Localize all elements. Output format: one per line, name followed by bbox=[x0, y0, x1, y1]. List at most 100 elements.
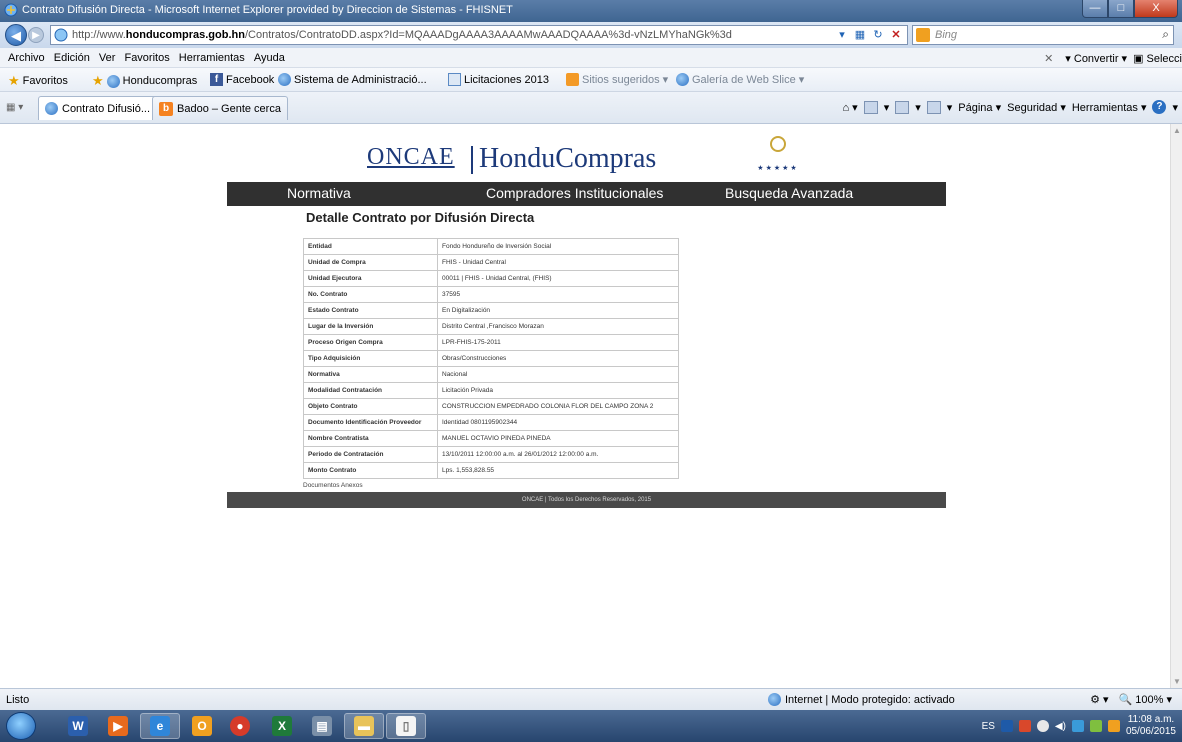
ie-page-icon bbox=[278, 73, 291, 86]
field-label: Nombre Contratista bbox=[303, 430, 438, 447]
seleccionar-button[interactable]: ▣ Selecci bbox=[1133, 52, 1182, 65]
table-row: Nombre Contratista MANUEL OCTAVIO PINEDA … bbox=[303, 430, 679, 447]
add-favorite-icon: ★ bbox=[92, 73, 104, 88]
pagina-menu[interactable]: Página ▾ bbox=[958, 101, 1001, 114]
menu-ayuda[interactable]: Ayuda bbox=[251, 48, 288, 64]
honducompras-logo[interactable]: HonduCompras bbox=[479, 143, 656, 175]
nav-compradores[interactable]: Compradores Institucionales bbox=[486, 185, 663, 201]
documentos-anexos-link[interactable]: Documentos Anexos bbox=[303, 482, 363, 489]
forward-button[interactable]: ▶ bbox=[28, 27, 44, 43]
print-icon[interactable] bbox=[926, 100, 941, 114]
field-value: En Digitalización bbox=[437, 302, 679, 319]
maximize-button[interactable]: □ bbox=[1108, 0, 1134, 18]
web-page-icon bbox=[448, 73, 461, 86]
menu-favoritos[interactable]: Favoritos bbox=[121, 48, 172, 64]
fav-honducompras[interactable]: ★ Honducompras bbox=[92, 73, 197, 89]
menu-ver[interactable]: Ver bbox=[96, 48, 119, 64]
taskbar-excel[interactable]: X bbox=[262, 713, 302, 739]
search-icon[interactable]: ⌕ bbox=[1162, 27, 1169, 42]
field-value: Identidad 0801195902344 bbox=[437, 414, 679, 431]
fav-facebook[interactable]: f Facebook bbox=[210, 73, 274, 86]
window-titlebar[interactable]: Contrato Difusión Directa - Microsoft In… bbox=[0, 0, 1182, 22]
tray-app-icon[interactable] bbox=[1089, 720, 1102, 732]
network-icon[interactable] bbox=[1071, 720, 1084, 732]
menu-bar: Archivo Edición Ver Favoritos Herramient… bbox=[0, 48, 1182, 68]
security-zone[interactable]: Internet | Modo protegido: activado bbox=[768, 693, 955, 706]
nav-normativa[interactable]: Normativa bbox=[287, 185, 351, 201]
address-bar[interactable]: http://www.honducompras.gob.hn/Contratos… bbox=[50, 25, 908, 45]
protected-mode-icon[interactable]: ⚙ ▾ bbox=[1090, 693, 1108, 706]
field-value: Nacional bbox=[437, 366, 679, 383]
start-button[interactable] bbox=[6, 712, 36, 740]
taskbar-document[interactable]: ▯ bbox=[386, 713, 426, 739]
fav-sitios-sugeridos[interactable]: Sitios sugeridos ▾ bbox=[566, 73, 668, 86]
menu-edicion[interactable]: Edición bbox=[51, 48, 93, 64]
window-title: Contrato Difusión Directa - Microsoft In… bbox=[22, 4, 513, 16]
convertir-button[interactable]: ▾ Convertir ▾ bbox=[1065, 52, 1127, 65]
menu-archivo[interactable]: Archivo bbox=[5, 48, 48, 64]
table-row: Objeto Contrato CONSTRUCCION EMPEDRADO CO… bbox=[303, 398, 679, 415]
quick-tabs-icon[interactable]: ▦ ▾ bbox=[6, 102, 23, 113]
mail-icon[interactable] bbox=[895, 100, 910, 114]
feeds-icon[interactable] bbox=[863, 100, 878, 114]
compat-view-icon[interactable]: ▦ bbox=[853, 28, 867, 41]
field-value: Licitación Privada bbox=[437, 382, 679, 399]
clock[interactable]: 11:08 a.m. 05/06/2015 bbox=[1126, 714, 1176, 738]
zoom-level[interactable]: 🔍 100% ▾ bbox=[1119, 693, 1172, 706]
stop-icon[interactable]: ✕ bbox=[889, 28, 903, 41]
refresh-icon[interactable]: ↻ bbox=[871, 28, 885, 41]
herramientas-menu[interactable]: Herramientas ▾ bbox=[1072, 101, 1147, 114]
field-label: Periodo de Contratación bbox=[303, 446, 438, 463]
search-box[interactable]: Bing ⌕ bbox=[912, 25, 1174, 45]
field-label: Documento Identificación Proveedor bbox=[303, 414, 438, 431]
vertical-scrollbar[interactable]: ▲ ▼ bbox=[1170, 124, 1182, 688]
language-indicator[interactable]: ES bbox=[982, 721, 995, 732]
favorites-button[interactable]: ★ Favoritos bbox=[8, 73, 68, 89]
taskbar-calculator[interactable]: ▤ bbox=[302, 713, 342, 739]
scroll-up-icon[interactable]: ▲ bbox=[1173, 126, 1181, 135]
dropdown-arrow-icon[interactable]: ▾ bbox=[835, 28, 849, 41]
tab-badoo[interactable]: b Badoo – Gente cerca bbox=[152, 96, 288, 120]
taskbar-ie[interactable]: e bbox=[140, 713, 180, 739]
close-window-button[interactable]: X bbox=[1134, 0, 1178, 18]
scroll-down-icon[interactable]: ▼ bbox=[1173, 677, 1181, 686]
fav-licitaciones[interactable]: Licitaciones 2013 bbox=[448, 73, 549, 86]
field-value: CONSTRUCCION EMPEDRADO COLONIA FLOR DEL … bbox=[437, 398, 679, 415]
fav-sistema-administracion[interactable]: Sistema de Administració... bbox=[278, 73, 427, 86]
field-label: Tipo Adquisición bbox=[303, 350, 438, 367]
taskbar-chrome[interactable]: ● bbox=[220, 713, 260, 739]
badoo-icon: b bbox=[159, 101, 173, 116]
address-url: http://www.honducompras.gob.hn/Contratos… bbox=[72, 29, 732, 41]
star-icon: ★ bbox=[8, 73, 20, 88]
tray-app-icon[interactable] bbox=[1036, 720, 1049, 732]
site-footer: ONCAE | Todos los Derechos Reservados, 2… bbox=[227, 492, 946, 508]
volume-icon[interactable]: ◀) bbox=[1055, 721, 1066, 732]
back-button[interactable]: ◀ bbox=[5, 24, 27, 46]
site-banner: ONCAE HonduCompras ★★★★★ bbox=[227, 128, 946, 182]
oncae-logo[interactable]: ONCAE bbox=[367, 144, 455, 171]
seguridad-menu[interactable]: Seguridad ▾ bbox=[1007, 101, 1066, 114]
fav-web-slice[interactable]: Galería de Web Slice ▾ bbox=[676, 73, 804, 86]
menu-herramientas[interactable]: Herramientas bbox=[176, 48, 248, 64]
status-bar: Listo Internet | Modo protegido: activad… bbox=[0, 688, 1182, 710]
field-label: Unidad Ejecutora bbox=[303, 270, 438, 287]
table-row: Lugar de la Inversión Distrito Central ,F… bbox=[303, 318, 679, 335]
tray-app-icon[interactable] bbox=[1018, 720, 1031, 732]
field-label: Estado Contrato bbox=[303, 302, 438, 319]
field-value: LPR-FHIS-175-2011 bbox=[437, 334, 679, 351]
home-icon[interactable]: ⌂ ▾ bbox=[842, 101, 857, 114]
field-label: No. Contrato bbox=[303, 286, 438, 303]
taskbar-word[interactable]: W bbox=[58, 713, 98, 739]
tray-app-icon[interactable] bbox=[1000, 720, 1013, 732]
minimize-button[interactable]: — bbox=[1082, 0, 1108, 18]
tray-app-icon[interactable] bbox=[1107, 720, 1120, 732]
help-icon[interactable]: ? bbox=[1152, 100, 1167, 114]
command-bar: ⌂ ▾ ▾ ▾ ▾ Página ▾ Seguridad ▾ Herramien… bbox=[842, 100, 1178, 114]
taskbar-explorer[interactable]: ▬ bbox=[344, 713, 384, 739]
ie-page-icon bbox=[676, 73, 689, 86]
nav-busqueda-avanzada[interactable]: Busqueda Avanzada bbox=[725, 185, 853, 201]
close-toolbar-icon[interactable]: ✕ bbox=[1044, 52, 1053, 65]
taskbar-media[interactable]: ▶ bbox=[98, 713, 138, 739]
status-text: Listo bbox=[6, 694, 30, 706]
taskbar-outlook[interactable]: O bbox=[182, 713, 222, 739]
